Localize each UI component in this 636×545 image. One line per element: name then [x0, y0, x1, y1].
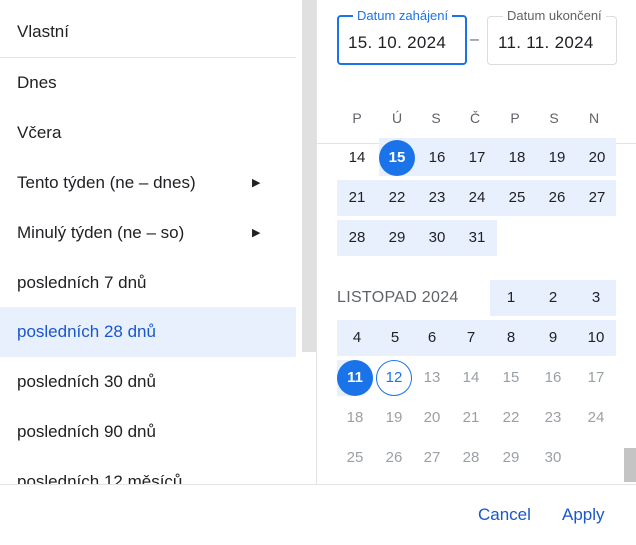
- calendar-day: 19: [385, 409, 403, 426]
- preset-item-last-28-days[interactable]: posledních 28 dnů: [0, 307, 296, 357]
- calendar-day: 17: [587, 369, 605, 386]
- preset-item-label: posledních 90 dnů: [17, 422, 156, 441]
- apply-button[interactable]: Apply: [562, 505, 605, 525]
- calendar-day: 16: [544, 369, 562, 386]
- end-date-value: 11. 11. 2024: [498, 33, 594, 52]
- calendar-day: 23: [544, 409, 562, 426]
- calendar-day[interactable]: 29: [377, 218, 417, 258]
- calendar-day[interactable]: 19: [537, 138, 577, 178]
- preset-item-last-week[interactable]: Minulý týden (ne – so) ▶: [0, 208, 296, 258]
- month-label: LISTOPAD 2024: [337, 289, 459, 306]
- preset-item-last-30-days[interactable]: posledních 30 dnů: [0, 357, 296, 407]
- calendar-day[interactable]: 22: [377, 178, 417, 218]
- calendar-day: 25: [346, 449, 364, 466]
- calendar: P Ú S Č P S N 14 15 16 17 18 19 20 21 22…: [317, 100, 636, 484]
- preset-item-label: posledních 28 dnů: [17, 322, 156, 341]
- preset-item-label: Vlastní: [17, 22, 69, 41]
- calendar-day[interactable]: 27: [577, 178, 617, 218]
- calendar-day[interactable]: 28: [337, 218, 377, 258]
- calendar-day[interactable]: 9: [533, 318, 573, 358]
- arrow-right-icon: ▶: [252, 227, 261, 239]
- calendar-day[interactable]: 17: [457, 138, 497, 178]
- calendar-day: 29: [502, 449, 520, 466]
- calendar-day[interactable]: 4: [337, 318, 377, 358]
- preset-item-label: posledních 7 dnů: [17, 273, 147, 292]
- weekday-label: S: [549, 110, 559, 126]
- weekday-label: P: [352, 110, 362, 126]
- calendar-day[interactable]: 20: [577, 138, 617, 178]
- calendar-day: 20: [423, 409, 441, 426]
- arrow-right-icon: ▶: [252, 177, 261, 189]
- preset-item-label: Tento týden (ne – dnes): [17, 173, 196, 192]
- end-date-field[interactable]: Datum ukončení 11. 11. 2024: [487, 8, 617, 65]
- preset-item-label: posledních 30 dnů: [17, 372, 156, 391]
- preset-item-this-week[interactable]: Tento týden (ne – dnes) ▶: [0, 158, 296, 208]
- calendar-day[interactable]: 16: [417, 138, 457, 178]
- weekday-label: Č: [469, 110, 481, 126]
- footer-divider: [0, 484, 636, 485]
- calendar-day: 18: [346, 409, 364, 426]
- preset-scrollbar[interactable]: [302, 0, 316, 352]
- calendar-day[interactable]: 2: [533, 278, 573, 318]
- calendar-day[interactable]: 7: [451, 318, 491, 358]
- calendar-day: 30: [544, 449, 562, 466]
- start-date-label: Datum zahájení: [353, 8, 453, 23]
- calendar-day: 22: [502, 409, 520, 426]
- calendar-day[interactable]: 3: [576, 278, 616, 318]
- calendar-scrollbar-thumb[interactable]: [624, 448, 636, 482]
- preset-item-label: posledních 12 měsíců: [17, 472, 183, 484]
- calendar-day[interactable]: 26: [537, 178, 577, 218]
- preset-item-label: Včera: [17, 123, 62, 142]
- preset-item-last-90-days[interactable]: posledních 90 dnů: [0, 407, 296, 457]
- calendar-day[interactable]: 21: [337, 178, 377, 218]
- date-range-separator: –: [470, 31, 479, 48]
- preset-item-label: Minulý týden (ne – so): [17, 223, 185, 242]
- preset-item-label: Dnes: [17, 73, 57, 92]
- weekday-label: Ú: [391, 110, 403, 126]
- preset-list: Vlastní Dnes Včera Tento týden (ne – dne…: [0, 0, 316, 484]
- calendar-day[interactable]: 14: [337, 138, 377, 178]
- calendar-day[interactable]: 8: [491, 318, 531, 358]
- preset-item-yesterday[interactable]: Včera: [0, 108, 296, 158]
- preset-item-today[interactable]: Dnes: [0, 58, 296, 108]
- start-date-field[interactable]: Datum zahájení 15. 10. 2024: [337, 8, 467, 65]
- calendar-day[interactable]: 5: [375, 318, 415, 358]
- calendar-day: 24: [587, 409, 605, 426]
- calendar-day-selected-start[interactable]: 15: [379, 140, 415, 176]
- calendar-day: 14: [462, 369, 480, 386]
- weekday-label: S: [431, 110, 441, 126]
- cancel-button[interactable]: Cancel: [478, 505, 531, 525]
- start-date-value: 15. 10. 2024: [348, 33, 447, 52]
- calendar-day[interactable]: 23: [417, 178, 457, 218]
- calendar-day[interactable]: 6: [412, 318, 452, 358]
- calendar-day[interactable]: 1: [491, 278, 531, 318]
- calendar-day: 15: [502, 369, 520, 386]
- calendar-day-today[interactable]: 12: [376, 360, 412, 396]
- calendar-day: 28: [462, 449, 480, 466]
- calendar-day: 27: [423, 449, 441, 466]
- calendar-day[interactable]: 24: [457, 178, 497, 218]
- calendar-day[interactable]: 18: [497, 138, 537, 178]
- calendar-day[interactable]: 31: [457, 218, 497, 258]
- preset-item-last-7-days[interactable]: posledních 7 dnů: [0, 258, 296, 308]
- calendar-day[interactable]: 30: [417, 218, 457, 258]
- weekday-label: P: [510, 110, 520, 126]
- calendar-day-selected-end[interactable]: 11: [337, 360, 373, 396]
- end-date-label: Datum ukončení: [503, 8, 606, 23]
- preset-item-last-12-months[interactable]: posledních 12 měsíců: [0, 457, 296, 484]
- preset-item-custom[interactable]: Vlastní: [0, 7, 296, 57]
- calendar-day: 26: [385, 449, 403, 466]
- calendar-day: 13: [423, 369, 441, 386]
- weekday-label: N: [588, 110, 600, 126]
- calendar-day: 21: [462, 409, 480, 426]
- calendar-day[interactable]: 10: [576, 318, 616, 358]
- calendar-day[interactable]: 25: [497, 178, 537, 218]
